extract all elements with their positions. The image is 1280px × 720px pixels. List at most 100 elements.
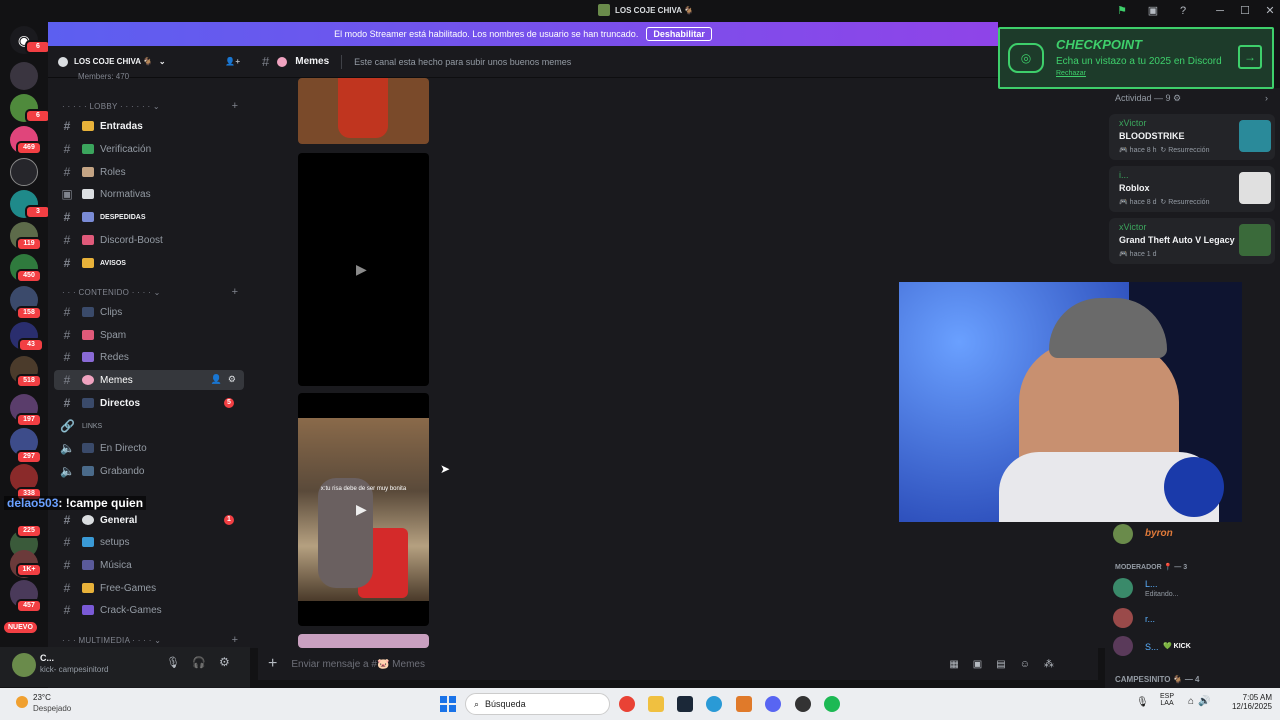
- channel-roles[interactable]: # Roles: [54, 162, 244, 182]
- member-name[interactable]: byron: [1145, 528, 1173, 539]
- activity-card[interactable]: xVictor BLOODSTRIKE 🎮 hace 8 h ↻ Resurre…: [1109, 114, 1275, 160]
- video-attachment[interactable]: ▶: [298, 153, 429, 386]
- channel-emoji: [82, 466, 94, 476]
- channel-directos[interactable]: # Directos 5: [54, 393, 244, 413]
- checkpoint-toast[interactable]: ◎ CHECKPOINT Echa un vistazo a tu 2025 e…: [998, 27, 1274, 89]
- obs-icon[interactable]: [795, 696, 811, 712]
- channel-despedidas[interactable]: # DESPEDIDAS: [54, 207, 244, 227]
- channel-links[interactable]: 🔗 LINKS: [54, 416, 244, 436]
- language-indicator[interactable]: ESP LAA: [1160, 693, 1174, 707]
- hash-icon: #: [63, 603, 71, 617]
- controller-icon: ◎: [1008, 43, 1044, 73]
- member-status: Editando...: [1145, 591, 1179, 598]
- channel-setups[interactable]: # setups: [54, 532, 244, 552]
- weather-icon[interactable]: [16, 696, 28, 708]
- activity-card[interactable]: i... Roblox 🎮 hace 8 d ↻ Resurrección: [1109, 166, 1275, 212]
- spotify-icon[interactable]: [824, 696, 840, 712]
- minimize-button[interactable]: ─: [1212, 3, 1228, 19]
- notification-badge: 469: [16, 141, 42, 155]
- microphone-icon[interactable]: 🎙: [166, 656, 180, 669]
- member-name[interactable]: L...: [1145, 579, 1158, 589]
- server-icon[interactable]: [10, 62, 38, 90]
- channel-topic[interactable]: Este canal esta hecho para subir unos bu…: [354, 57, 571, 67]
- avatar[interactable]: [1113, 524, 1133, 544]
- chrome-icon[interactable]: [619, 696, 635, 712]
- game-thumbnail: [1239, 172, 1271, 204]
- media-attachment[interactable]: [298, 78, 429, 144]
- channel-redes[interactable]: # Redes: [54, 347, 244, 367]
- hash-icon: #: [63, 513, 71, 527]
- notification-badge: 1K+: [16, 563, 42, 577]
- apps-icon[interactable]: ⁂: [1044, 659, 1068, 670]
- member-name[interactable]: r...: [1145, 614, 1155, 624]
- media-attachment[interactable]: [298, 634, 429, 648]
- channel-crack-games[interactable]: # Crack-Games: [54, 600, 244, 620]
- steam-icon[interactable]: [677, 696, 693, 712]
- gear-icon[interactable]: ⚙: [228, 374, 236, 385]
- message-input[interactable]: Enviar mensaje a #🐷 Memes: [291, 659, 931, 670]
- add-channel-icon[interactable]: +: [232, 634, 238, 646]
- add-channel-icon[interactable]: +: [232, 100, 238, 112]
- channel-grabando[interactable]: 🔈 Grabando: [54, 461, 244, 481]
- discord-taskbar-icon[interactable]: [765, 696, 781, 712]
- member-name[interactable]: S...: [1145, 642, 1159, 652]
- channel-normativas[interactable]: ▣ Normativas: [54, 184, 244, 204]
- channel-discord-boost[interactable]: # Discord-Boost: [54, 230, 244, 250]
- emoji-icon[interactable]: ☺: [1020, 659, 1044, 670]
- disable-button[interactable]: Deshabilitar: [646, 27, 712, 41]
- sticker-icon[interactable]: ▤: [996, 659, 1019, 670]
- channel-general[interactable]: # General 1: [54, 510, 244, 530]
- add-channel-icon[interactable]: +: [232, 286, 238, 298]
- gift-icon[interactable]: ▦: [949, 659, 972, 670]
- dismiss-link[interactable]: Rechazar: [1056, 70, 1086, 77]
- server-icon[interactable]: [10, 158, 38, 186]
- file-explorer-icon[interactable]: [648, 696, 664, 712]
- close-button[interactable]: ✕: [1262, 3, 1278, 19]
- help-icon[interactable]: ?: [1175, 3, 1191, 19]
- channel-verificacion[interactable]: # Verificación: [54, 139, 244, 159]
- avatar[interactable]: [1113, 608, 1133, 628]
- channel-emoji: [82, 258, 94, 268]
- attach-plus-icon[interactable]: +: [268, 655, 277, 673]
- inbox-icon[interactable]: ▣: [1145, 3, 1161, 19]
- channel-en-directo[interactable]: 🔈 En Directo: [54, 438, 244, 458]
- channel-free-games[interactable]: # Free-Games: [54, 578, 244, 598]
- activity-card[interactable]: xVictor Grand Theft Auto V Legacy 🎮 hace…: [1109, 218, 1275, 264]
- avatar[interactable]: [1113, 578, 1133, 598]
- play-icon[interactable]: ▶: [356, 261, 367, 278]
- channel-emoji: [82, 398, 94, 408]
- channel-musica[interactable]: # Música: [54, 555, 244, 575]
- channel-entradas[interactable]: # Entradas: [54, 116, 244, 136]
- channel-spam[interactable]: # Spam: [54, 325, 244, 345]
- channel-memes[interactable]: # Memes 👤 ⚙: [54, 370, 244, 390]
- activity-game: BLOODSTRIKE: [1119, 131, 1185, 141]
- category-multimedia[interactable]: · · · MULTIMEDIA · · · · ⌄: [62, 636, 161, 645]
- microphone-tray-icon[interactable]: 🎙: [1136, 697, 1149, 708]
- flag-icon[interactable]: ⚑: [1114, 3, 1130, 19]
- channel-emoji: [277, 56, 288, 67]
- gif-icon[interactable]: ▣: [973, 659, 996, 670]
- add-member-icon[interactable]: 👤+: [225, 57, 240, 66]
- arrow-right-icon[interactable]: →: [1238, 45, 1262, 69]
- tray-icons[interactable]: ⌂🔊: [1188, 696, 1215, 707]
- maximize-button[interactable]: ☐: [1237, 3, 1253, 19]
- category-contenido[interactable]: · · · CONTENIDO · · · · ⌄: [62, 288, 161, 297]
- category-lobby[interactable]: · · · · · LOBBY · · · · · · ⌄: [62, 102, 160, 111]
- invite-icon[interactable]: 👤: [211, 374, 222, 385]
- avatar[interactable]: [1113, 636, 1133, 656]
- channel-emoji: [82, 330, 94, 340]
- windows-start-icon[interactable]: [440, 696, 456, 712]
- channel-clips[interactable]: # Clips: [54, 302, 244, 322]
- settings-gear-icon[interactable]: ⚙: [219, 655, 230, 669]
- video-attachment[interactable]: x:tu risa debe de ser muy bonita ▶: [298, 393, 429, 626]
- channel-avisos[interactable]: # AVISOS: [54, 253, 244, 273]
- chevron-right-icon[interactable]: ›: [1265, 93, 1268, 103]
- clock[interactable]: 7:05 AM 12/16/2025: [1224, 693, 1272, 711]
- chat-header: # Memes Este canal esta hecho para subir…: [250, 46, 1105, 78]
- app-icon[interactable]: [736, 696, 752, 712]
- play-icon[interactable]: ▶: [356, 501, 367, 518]
- search-box[interactable]: ⌕ Búsqueda: [465, 693, 610, 715]
- edge-icon[interactable]: [706, 696, 722, 712]
- avatar[interactable]: [12, 653, 36, 677]
- headphones-icon[interactable]: 🎧: [192, 656, 206, 669]
